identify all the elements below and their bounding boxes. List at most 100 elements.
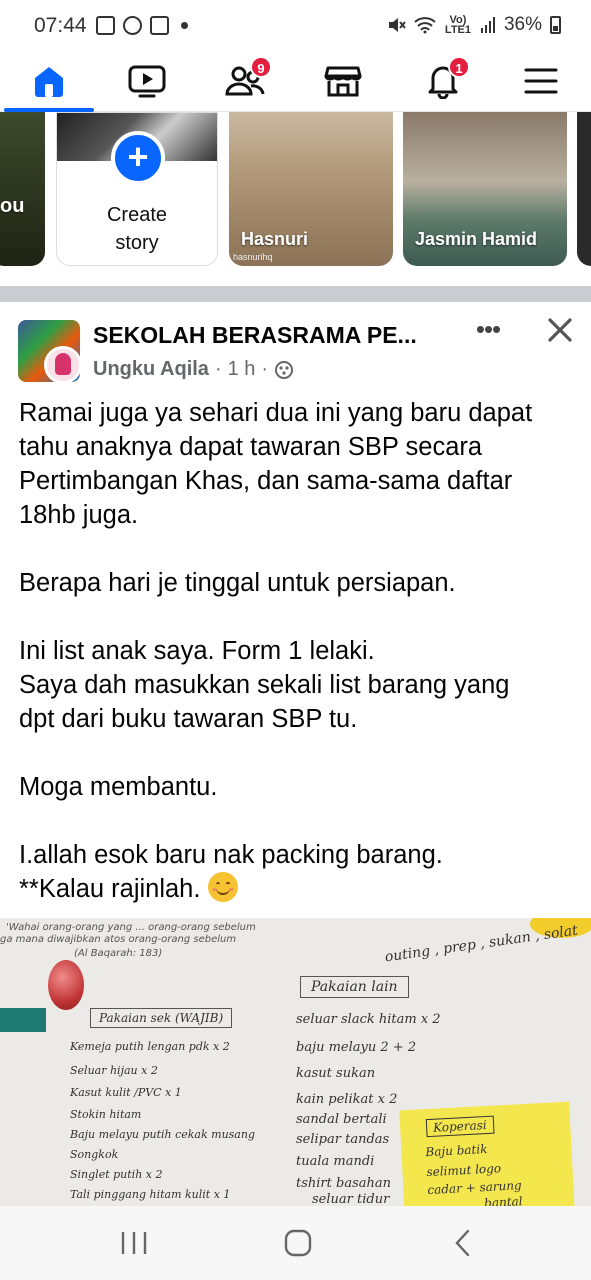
top-nav: 9 1 [0,52,591,112]
post-line: tahu anaknya dapat tawaran SBP secara [19,433,483,461]
photo-quote-ref: (Al Baqarah: 183) [74,948,163,959]
create-label-line1: Create [106,204,168,226]
mute-icon [388,18,406,32]
system-navigation-bar [0,1206,591,1280]
meta-separator: · [214,358,222,380]
photo-magnet [48,960,84,1010]
photo-right-item: tshirt basahan [296,1176,391,1191]
photo-right-item: kain pelikat x 2 [296,1092,398,1107]
post-line: Berapa hari je tinggal untuk persiapan. [19,569,456,597]
post-line: Ramai juga ya sehari dua ini yang baru d… [19,399,533,427]
notifications-badge: 1 [448,56,470,78]
post-line: **Kalau rajinlah. [19,875,201,903]
instagram-icon [150,16,169,35]
notification-icons [96,16,188,35]
create-story-card[interactable]: + Create story [56,112,218,266]
video-icon [128,65,166,98]
photo-strip [0,1008,46,1032]
photo-quote: 'Wahai orang-orang yang ... orang-orang … [6,922,256,933]
photo-left-item: Stokin hitam [70,1108,142,1121]
story-name: Hasnuri [241,229,309,249]
photo-left-item: Songkok [70,1148,119,1161]
sticky-title: Koperasi [425,1115,495,1138]
home-button[interactable] [278,1228,318,1258]
network-label: Vo) LTE1 [444,14,471,36]
status-bar: 07:44 Vo) LTE1 36% [0,0,591,52]
photo-quote: ga mana diwajibkan atos orang-orang sebe… [0,934,237,945]
nav-menu[interactable] [492,52,590,110]
post-photo[interactable]: 'Wahai orang-orang yang ... orang-orang … [0,918,591,1206]
create-label-line2: story [115,232,159,254]
post-line: Ini list anak saya. Form 1 lelaki. [19,637,375,665]
photo-right-item: tuala mandi [296,1154,375,1169]
friends-badge: 9 [250,56,272,78]
smiling-blush-emoji-icon [207,872,238,902]
story-card[interactable]: Jasmin Hamid [403,112,567,266]
photo-right-item: sandal bertali [296,1112,387,1127]
more-notifications-icon [181,22,188,29]
story-name: ou [0,195,25,217]
photo-left-title: Pakaian sek (WAJIB) [90,1008,233,1028]
close-icon[interactable] [542,312,578,348]
signal-icon [480,17,495,33]
nav-marketplace[interactable] [294,52,392,110]
stories-tray: ou + Create story Hasnuri hasnurihq Jasm… [0,112,591,286]
story-card-partial[interactable]: ou [0,112,45,266]
photo-right-item: seluar tidur [312,1192,390,1206]
post-time[interactable]: 1 h [228,358,256,381]
photo-right-item: kasut sukan [296,1066,376,1081]
status-time: 07:44 [34,14,87,37]
post-line: dpt dari buku tawaran SBP tu. [19,705,358,733]
feed-post: SEKOLAH BERASRAMA PE... Ungku Aqila · 1 … [0,302,591,1206]
photo-right-title: Pakaian lain [300,976,409,998]
post-line: 18hb juga. [19,501,139,529]
photo-right-item: seluar slack hitam x 2 [296,1012,441,1027]
photo-top-note: outing , prep , sukan , solat [383,922,579,966]
back-button[interactable] [444,1228,484,1258]
sticky-item: selimut logo [426,1161,502,1180]
post-line: Saya dah masukkan sekali list barang yan… [19,671,510,699]
author-name[interactable]: Ungku Aqila [93,358,209,381]
photo-left-item: Kemeja putih lengan pdk x 2 [70,1040,230,1053]
create-story-label: Create story [57,201,217,257]
post-line: I.allah esok baru nak packing barang. [19,841,443,869]
audience-icon [275,360,294,379]
photo-left-item: Baju melayu putih cekak musang [70,1128,255,1141]
story-username: hasnurihq [233,252,273,262]
post-line: Moga membantu. [19,773,218,801]
user-avatar[interactable] [44,346,82,384]
story-card-partial[interactable] [577,112,591,266]
plus-icon[interactable]: + [111,131,165,185]
photo-right-item: selipar tandas [296,1132,390,1147]
photo-sticky-note: Koperasi Baju batik selimut logo cadar +… [399,1101,575,1206]
marketplace-icon [324,66,362,97]
recent-apps-icon [121,1232,147,1254]
post-meta: Ungku Aqila · 1 h · [93,358,294,381]
status-right: Vo) LTE1 36% [386,14,561,36]
home-icon [35,67,63,97]
nav-home[interactable] [0,52,98,112]
hamburger-menu-icon [524,68,558,94]
gallery-icon [96,16,115,35]
group-name[interactable]: SEKOLAH BERASRAMA PE... [93,322,417,349]
photo-right-item: baju melayu 2 + 2 [296,1040,417,1055]
wifi-icon [414,17,436,34]
nav-watch[interactable] [98,52,196,110]
post-line: Pertimbangan Khas, dan sama-sama daftar [19,467,513,495]
nav-friends[interactable]: 9 [196,52,294,110]
recent-apps-button[interactable] [114,1228,154,1258]
photo-left-item: Seluar hijau x 2 [70,1064,158,1077]
photo-left-item: Tali pinggang hitam kulit x 1 [70,1188,231,1201]
battery-icon [550,16,561,34]
whatsapp-icon [123,16,142,35]
meta-separator: · [261,358,269,380]
feed-divider [0,286,591,302]
post-body: Ramai juga ya sehari dua ini yang baru d… [19,396,579,906]
story-name: Jasmin Hamid [415,229,538,249]
back-chevron-icon [455,1229,470,1257]
nav-notifications[interactable]: 1 [394,52,492,110]
more-options-icon[interactable]: ••• [470,316,506,346]
home-circle-icon [284,1229,312,1257]
sticky-item: bantal [483,1194,523,1206]
story-card[interactable]: Hasnuri hasnurihq [229,112,393,266]
